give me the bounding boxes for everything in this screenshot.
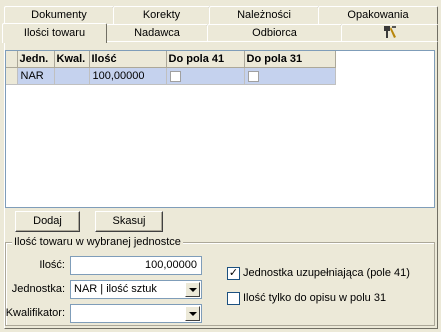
qualifier-select[interactable] (70, 304, 202, 323)
supp-unit-checkbox[interactable]: ✓ (227, 267, 240, 280)
col-header-ilosc[interactable]: Ilość (89, 51, 167, 68)
tab-ilosci-towaru[interactable]: Ilości towaru (2, 23, 107, 43)
tab-opakowania[interactable]: Opakowania (318, 6, 438, 24)
checkbox-do-pola-31[interactable] (247, 70, 259, 82)
unit-label: Jednostka: (11, 283, 65, 295)
col-header-jedn[interactable]: Jedn. (17, 51, 55, 68)
row-indicator (6, 67, 18, 85)
checkbox-do-pola-41[interactable] (169, 70, 181, 82)
col-header-kwal[interactable]: Kwal. (54, 51, 90, 68)
unit-select-value: NAR | ilość sztuk (74, 283, 157, 295)
qty-input[interactable]: 100,00000 (70, 256, 202, 275)
desc-only-checkbox[interactable] (227, 292, 240, 305)
tab-naleznosci[interactable]: Należności (209, 6, 319, 24)
chevron-down-icon[interactable] (185, 306, 200, 321)
cell-do-pola-31[interactable] (244, 67, 336, 85)
cell-ilosc[interactable]: 100,00000 (89, 67, 167, 85)
quantities-grid[interactable]: Jedn. Kwal. Ilość Do pola 41 Do pola 31 … (5, 50, 435, 208)
supp-unit-label[interactable]: Jednostka uzupełniająca (pole 41) (243, 267, 410, 279)
qualifier-label: Kwalifikator: (5, 307, 65, 319)
col-header-do-pola-31[interactable]: Do pola 31 (244, 51, 336, 68)
table-row[interactable]: NAR 100,00000 (6, 67, 336, 85)
group-caption: Ilość towaru w wybranej jednostce (12, 236, 183, 248)
tab-korekty[interactable]: Korekty (113, 6, 210, 24)
desc-only-label[interactable]: Ilość tylko do opisu w polu 31 (243, 292, 386, 304)
cell-kwal[interactable] (54, 67, 90, 85)
cell-do-pola-41[interactable] (166, 67, 245, 85)
cell-jedn[interactable]: NAR (17, 67, 55, 85)
tab-nadawca[interactable]: Nadawca (106, 24, 208, 42)
grid-corner (6, 51, 18, 68)
delete-button[interactable]: Skasuj (95, 211, 163, 232)
qty-label: Ilość: (39, 259, 65, 271)
col-header-do-pola-41[interactable]: Do pola 41 (166, 51, 245, 68)
tab-odbiorca[interactable]: Odbiorca (207, 24, 342, 42)
add-button[interactable]: Dodaj (15, 211, 80, 232)
unit-select[interactable]: NAR | ilość sztuk (70, 280, 202, 299)
tab-dokumenty[interactable]: Dokumenty (4, 6, 114, 24)
tab-tools[interactable] (341, 24, 438, 42)
chevron-down-icon[interactable] (185, 282, 200, 297)
